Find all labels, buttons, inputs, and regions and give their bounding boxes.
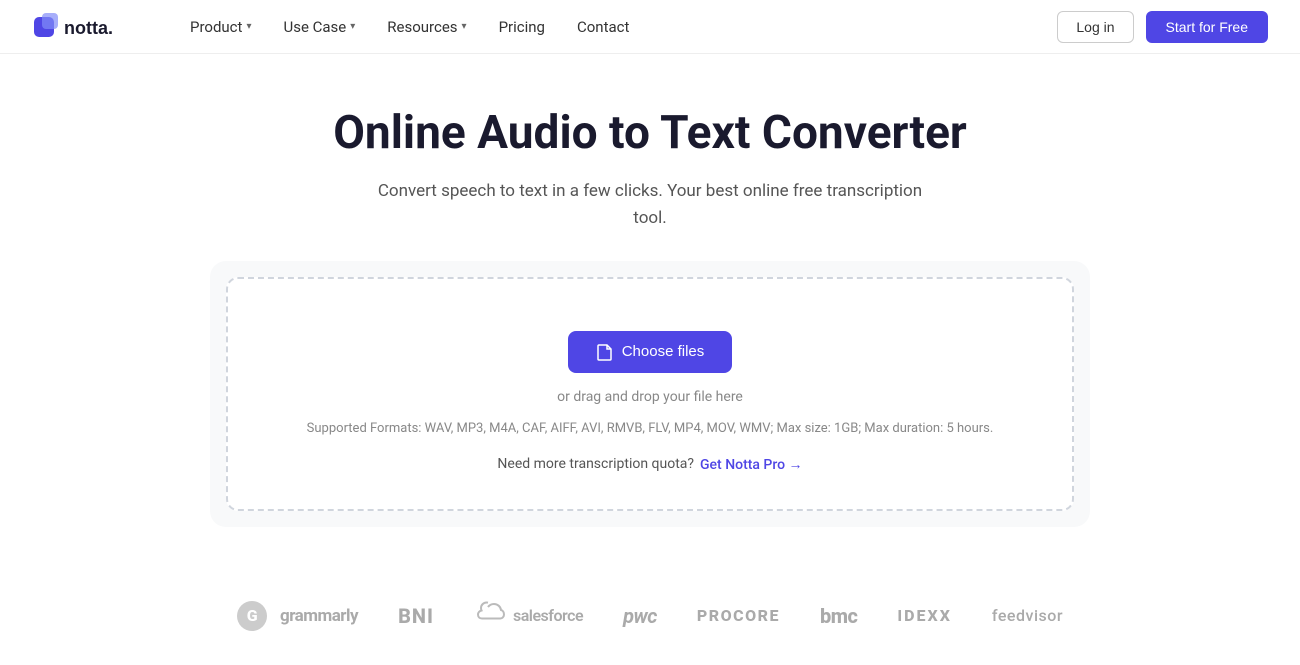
nav-item-product[interactable]: Product ▾ [178, 12, 263, 42]
logo-salesforce: salesforce [474, 599, 583, 633]
logo-pwc: pwc [623, 604, 657, 628]
login-button[interactable]: Log in [1057, 11, 1133, 43]
get-notta-pro-link[interactable]: Get Notta Pro → [700, 456, 803, 473]
chevron-down-icon: ▾ [462, 21, 467, 32]
logo-bmc: bmc [820, 604, 857, 628]
upload-container: Choose files or drag and drop your file … [210, 261, 1090, 527]
nav-links: Product ▾ Use Case ▾ Resources ▾ Pricing… [178, 12, 1057, 42]
chevron-down-icon: ▾ [350, 21, 355, 32]
navbar: notta. Product ▾ Use Case ▾ Resources ▾ … [0, 0, 1300, 54]
grammarly-icon: G [237, 601, 267, 631]
upload-formats-text: Supported Formats: WAV, MP3, M4A, CAF, A… [307, 421, 994, 436]
nav-item-contact[interactable]: Contact [565, 12, 641, 42]
upload-dropzone[interactable]: Choose files or drag and drop your file … [226, 277, 1074, 511]
logos-section: G grammarly BNI salesforce pwc PROCORE b… [0, 563, 1300, 665]
hero-section: Online Audio to Text Converter Convert s… [0, 54, 1300, 563]
logo[interactable]: notta. [32, 11, 142, 43]
logo-procore: PROCORE [697, 606, 780, 625]
choose-files-button[interactable]: Choose files [568, 331, 733, 373]
nav-item-pricing[interactable]: Pricing [487, 12, 557, 42]
start-free-button[interactable]: Start for Free [1146, 11, 1268, 43]
logo-grammarly: G grammarly [237, 601, 358, 631]
upload-quota: Need more transcription quota? Get Notta… [497, 456, 802, 473]
nav-actions: Log in Start for Free [1057, 11, 1268, 43]
hero-title: Online Audio to Text Converter [333, 106, 967, 160]
hero-subtitle: Convert speech to text in a few clicks. … [370, 178, 930, 232]
chevron-down-icon: ▾ [246, 21, 251, 32]
upload-or-text: or drag and drop your file here [557, 389, 743, 405]
nav-item-use-case[interactable]: Use Case ▾ [271, 12, 367, 42]
logo-feedvisor: feedvisor [992, 606, 1063, 625]
logo-bni: BNI [398, 604, 434, 628]
logo-idexx: IDEXX [897, 606, 951, 625]
svg-text:notta.: notta. [64, 18, 113, 38]
file-icon [596, 343, 614, 361]
nav-item-resources[interactable]: Resources ▾ [375, 12, 478, 42]
